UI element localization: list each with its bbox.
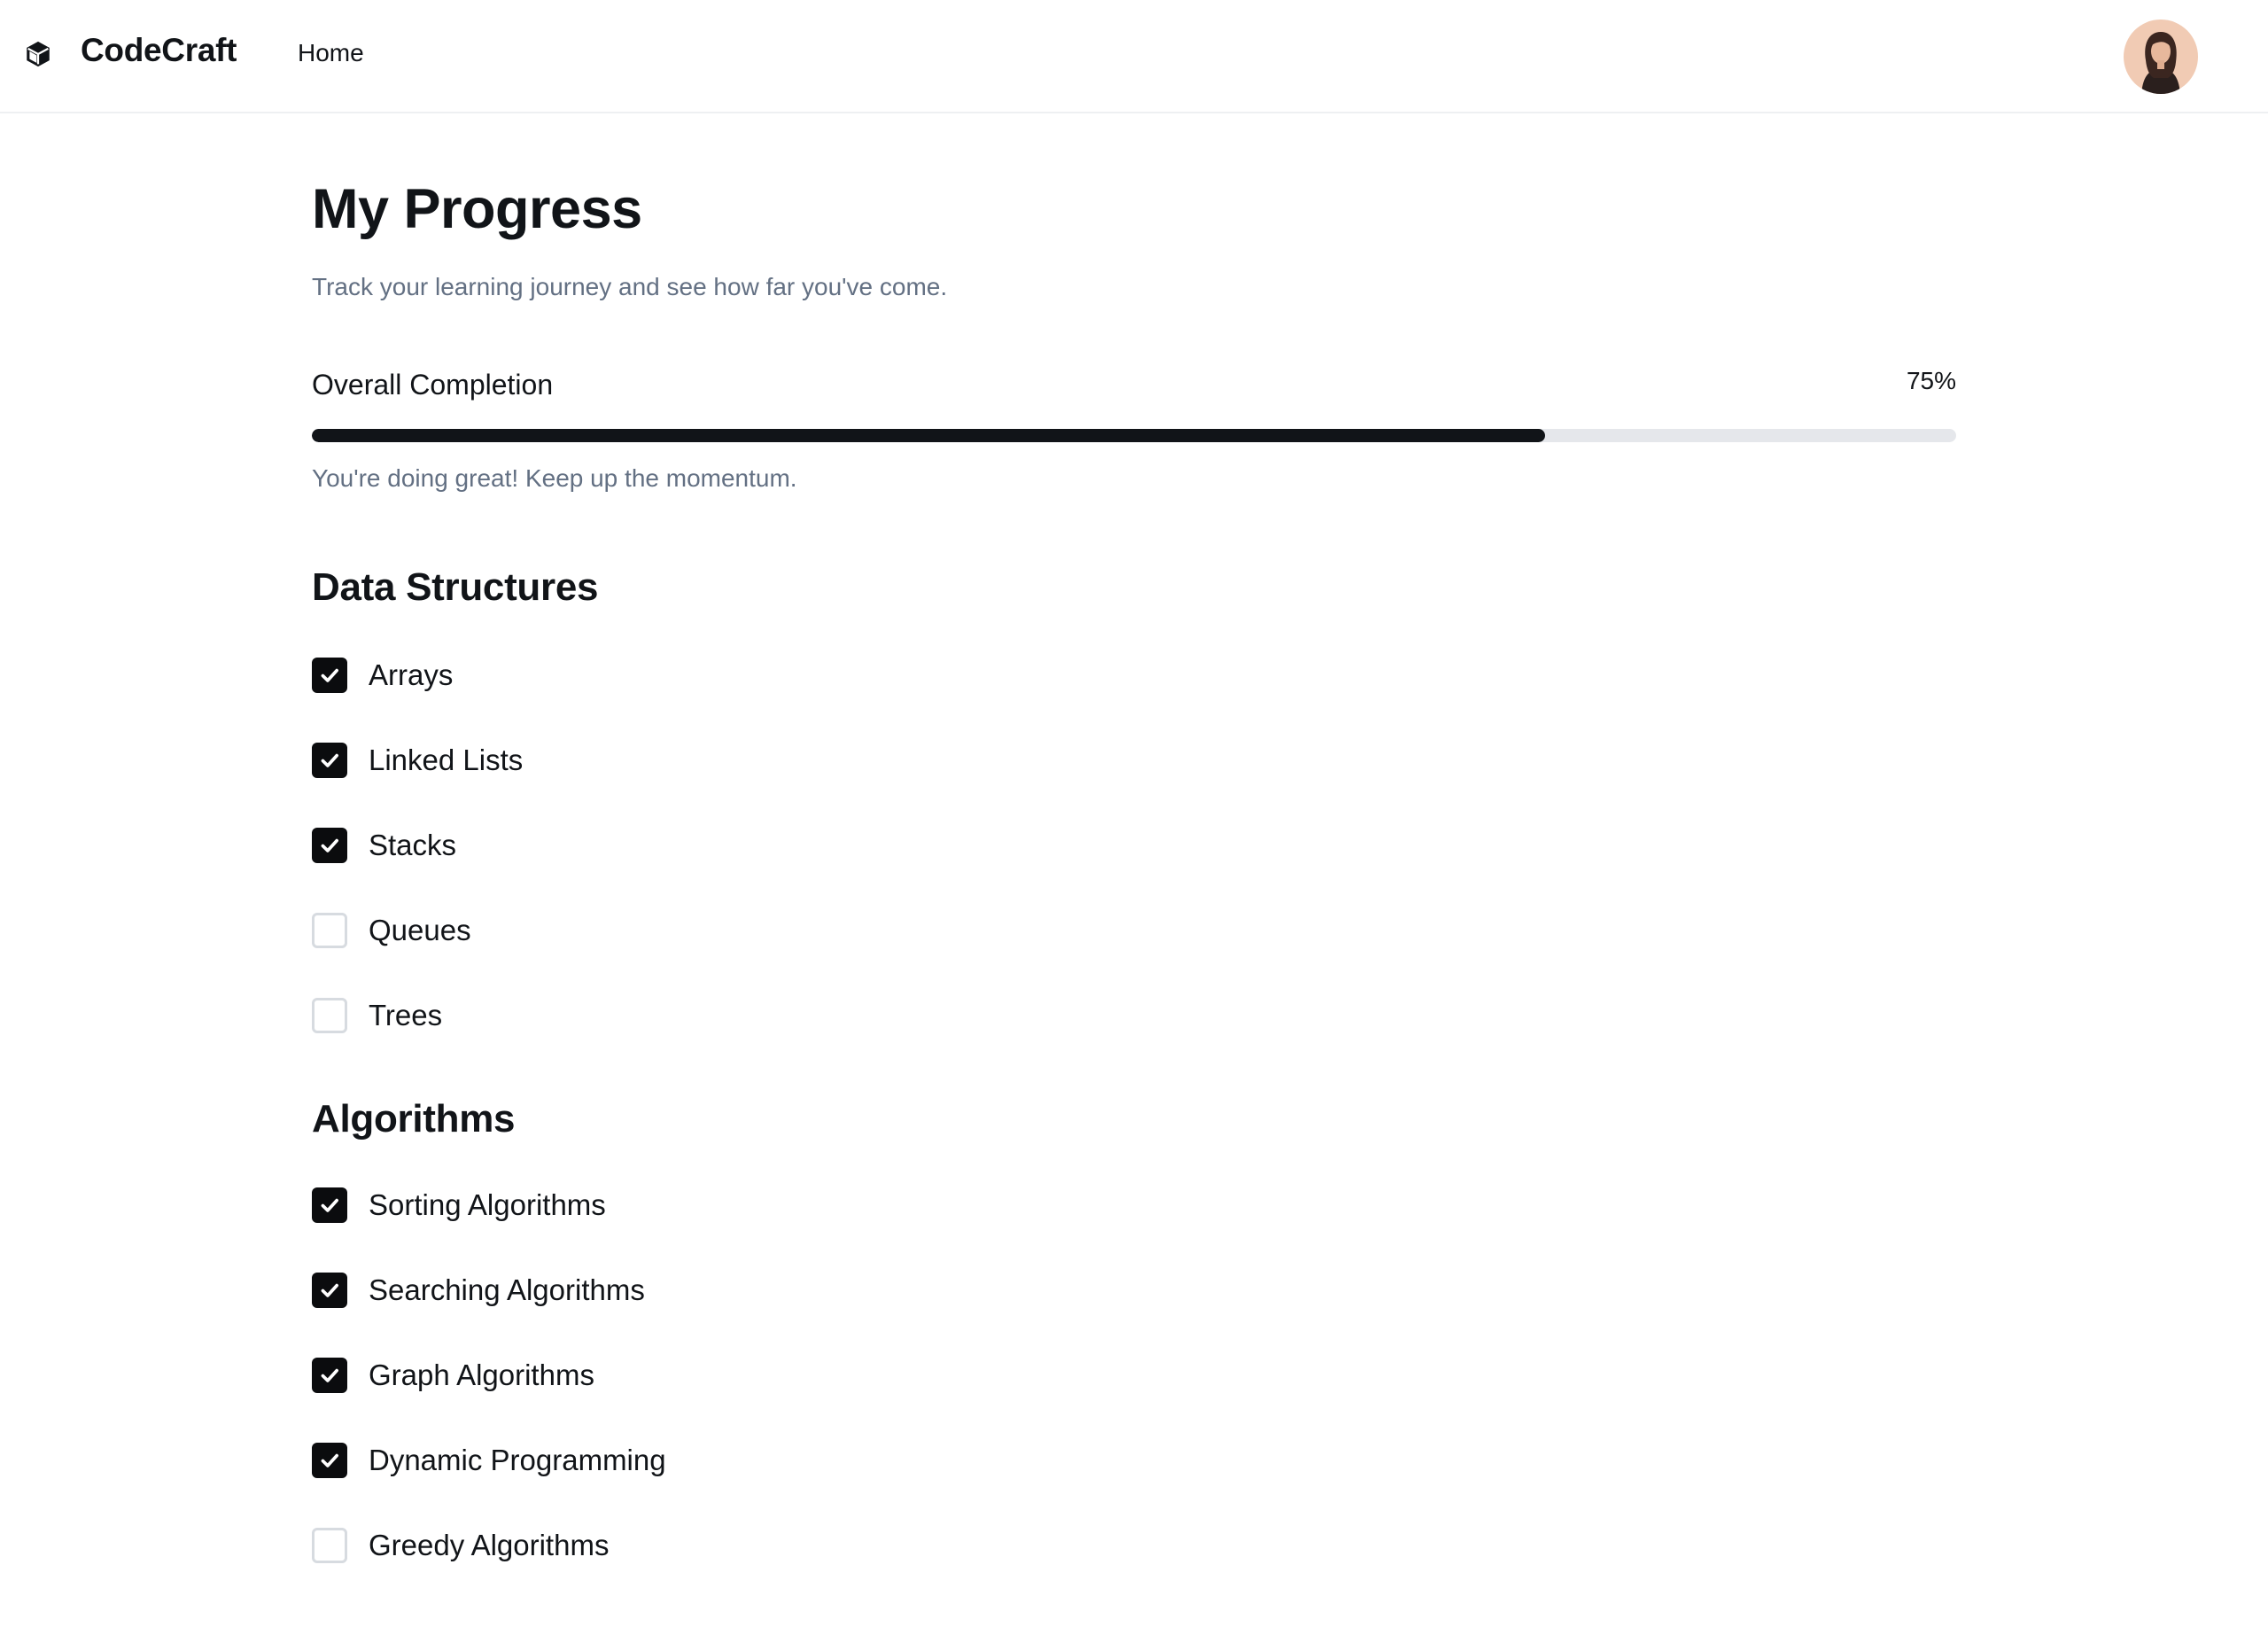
checkbox-searching-algorithms[interactable]: [312, 1273, 347, 1308]
user-avatar-image: [2124, 19, 2198, 94]
topic-item-trees[interactable]: Trees: [312, 996, 442, 1035]
nav-link-home[interactable]: Home: [298, 39, 364, 67]
checkmark-icon: [321, 668, 338, 682]
checkbox-linked-lists[interactable]: [312, 743, 347, 778]
overall-completion-percent: 75%: [1906, 367, 1956, 394]
topic-label: Graph Algorithms: [369, 1358, 594, 1391]
checkmark-icon: [321, 1453, 338, 1467]
checkbox-greedy-algorithms[interactable]: [312, 1528, 347, 1563]
topic-item-queues[interactable]: Queues: [312, 911, 471, 950]
progress-encouragement: You're doing great! Keep up the momentum…: [312, 464, 797, 492]
checkbox-dynamic-programming[interactable]: [312, 1443, 347, 1478]
topic-item-sorting-algorithms[interactable]: Sorting Algorithms: [312, 1186, 606, 1225]
topic-label: Stacks: [369, 829, 457, 861]
checkbox-queues[interactable]: [312, 913, 347, 948]
checkmark-icon: [321, 838, 338, 852]
section-title-data-structures: Data Structures: [312, 565, 599, 609]
topic-label: Sorting Algorithms: [369, 1188, 606, 1221]
topic-item-graph-algorithms[interactable]: Graph Algorithms: [312, 1356, 594, 1395]
overall-progress-bar: [312, 429, 1956, 442]
topic-item-stacks[interactable]: Stacks: [312, 826, 456, 865]
top-navbar: CodeCraft Home: [0, 0, 2268, 113]
topic-item-searching-algorithms[interactable]: Searching Algorithms: [312, 1271, 645, 1310]
checkmark-icon: [321, 1368, 338, 1382]
topic-item-linked-lists[interactable]: Linked Lists: [312, 741, 523, 780]
topic-label: Trees: [369, 999, 443, 1031]
overall-progress-fill: [312, 429, 1545, 442]
overall-completion-label: Overall Completion: [312, 369, 554, 401]
checkmark-icon: [321, 753, 338, 767]
checkmark-icon: [321, 1283, 338, 1297]
topic-label: Arrays: [369, 658, 454, 691]
topic-label: Dynamic Programming: [369, 1444, 666, 1476]
checkbox-graph-algorithms[interactable]: [312, 1358, 347, 1393]
section-title-algorithms: Algorithms: [312, 1097, 516, 1140]
topic-item-dynamic-programming[interactable]: Dynamic Programming: [312, 1441, 666, 1480]
user-avatar[interactable]: [2124, 19, 2198, 94]
checkbox-arrays[interactable]: [312, 658, 347, 693]
page-subtitle: Track your learning journey and see how …: [312, 273, 948, 300]
page-title: My Progress: [312, 178, 642, 240]
checkmark-icon: [321, 1198, 338, 1212]
cube-icon[interactable]: [23, 38, 53, 70]
topic-label: Greedy Algorithms: [369, 1529, 610, 1561]
checkbox-trees[interactable]: [312, 998, 347, 1033]
checkbox-sorting-algorithms[interactable]: [312, 1187, 347, 1223]
brand-name[interactable]: CodeCraft: [81, 32, 237, 69]
topic-label: Linked Lists: [369, 743, 524, 776]
topic-label: Queues: [369, 914, 471, 946]
topic-item-arrays[interactable]: Arrays: [312, 656, 453, 695]
checkbox-stacks[interactable]: [312, 828, 347, 863]
topic-item-greedy-algorithms[interactable]: Greedy Algorithms: [312, 1526, 609, 1565]
topic-label: Searching Algorithms: [369, 1273, 645, 1306]
